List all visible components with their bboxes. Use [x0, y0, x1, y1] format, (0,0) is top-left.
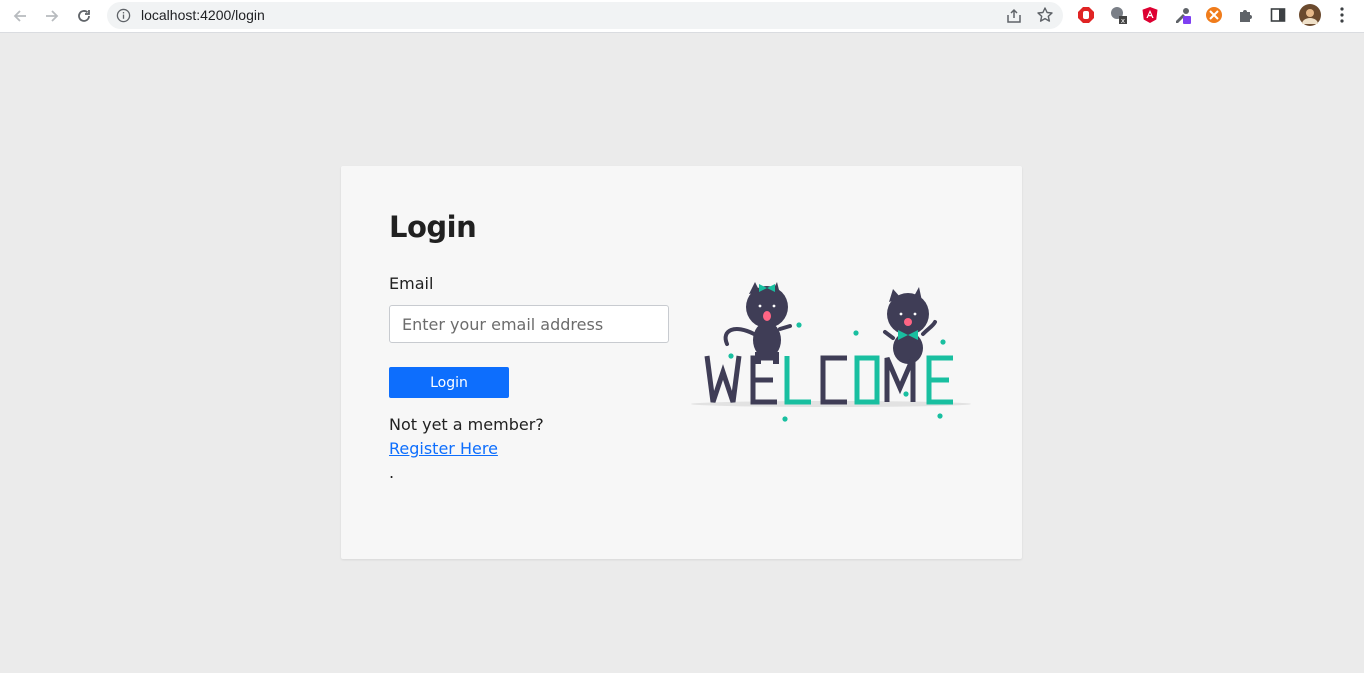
avatar[interactable] [1299, 4, 1321, 26]
extension-x-icon[interactable]: x [1108, 5, 1128, 25]
back-button[interactable] [8, 4, 32, 28]
kebab-menu-icon[interactable] [1332, 5, 1352, 25]
arrow-right-icon [46, 10, 59, 22]
address-bar[interactable]: localhost:4200/login [107, 2, 1063, 29]
member-prompt: Not yet a member? [389, 415, 544, 434]
welcome-illustration [691, 282, 971, 422]
svg-text:x: x [1121, 17, 1125, 25]
share-icon[interactable] [1005, 7, 1023, 25]
extension-stop-icon[interactable] [1076, 5, 1096, 25]
info-icon[interactable] [116, 8, 131, 23]
browser-toolbar: localhost:4200/login x [0, 0, 1364, 33]
email-field[interactable] [389, 305, 669, 343]
cat-left-icon [723, 282, 792, 364]
reload-icon [78, 10, 90, 22]
login-button[interactable]: Login [389, 367, 509, 398]
trailing-dot: . [389, 463, 395, 482]
arrow-left-icon [13, 10, 26, 22]
url-text: localhost:4200/login [141, 7, 265, 23]
cat-right-icon [883, 287, 937, 364]
register-link[interactable]: Register Here [389, 439, 498, 458]
eyedropper-icon[interactable] [1172, 5, 1192, 25]
side-panel-icon[interactable] [1268, 5, 1288, 25]
star-icon[interactable] [1036, 6, 1054, 24]
extension-orange-icon[interactable] [1204, 5, 1224, 25]
email-label: Email [389, 274, 434, 293]
puzzle-icon[interactable] [1236, 5, 1256, 25]
forward-button[interactable] [40, 4, 64, 28]
reload-button[interactable] [72, 4, 96, 28]
login-card: Login Email Login Not yet a member? Regi… [341, 166, 1022, 559]
page-title: Login [389, 210, 477, 244]
angular-devtools-icon[interactable] [1140, 5, 1160, 25]
